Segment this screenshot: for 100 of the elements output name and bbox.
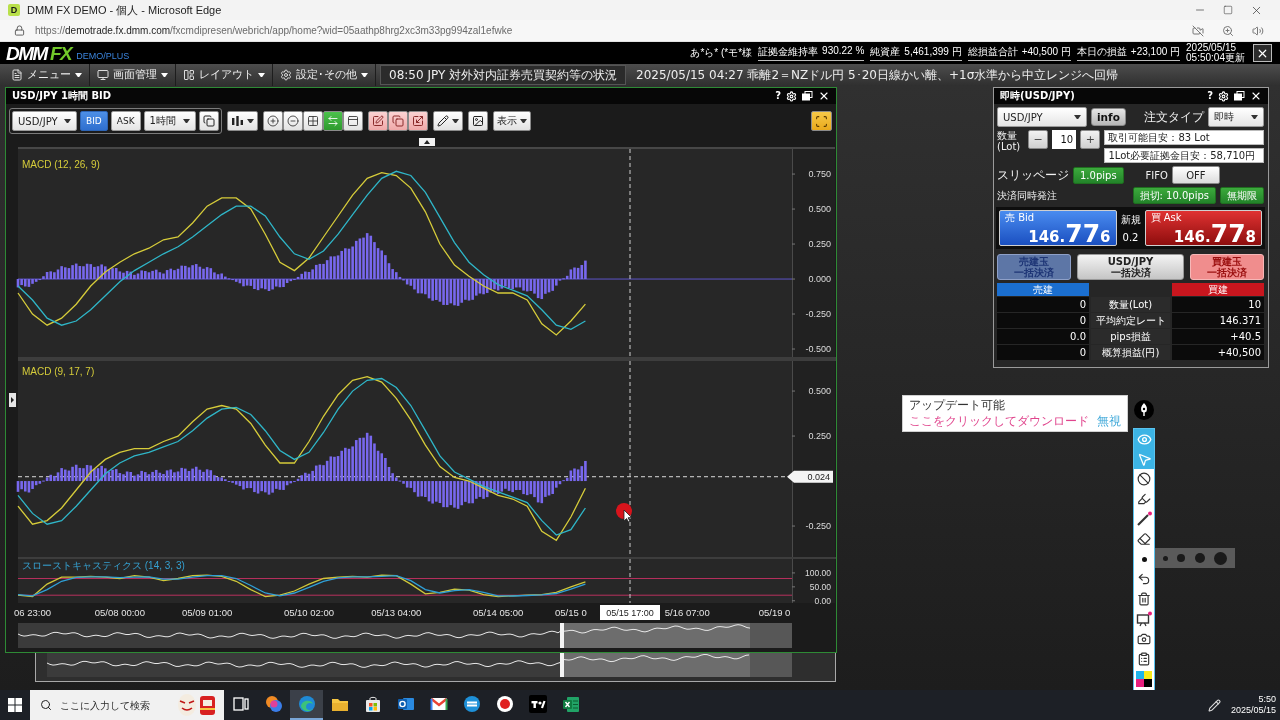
view-button[interactable] [302, 111, 323, 131]
stat-value: 5,461,399 円 [904, 45, 962, 59]
row-label: pips損益 [1091, 329, 1170, 344]
brush-size-icon[interactable] [1214, 551, 1228, 565]
indicator-title: MACD (12, 26, 9) [22, 159, 100, 170]
settlement-label: 決済同時発注 [997, 188, 1057, 203]
pen-nib-icon[interactable] [1134, 400, 1154, 420]
download-link[interactable]: ここをクリックしてダウンロード [909, 413, 1089, 430]
view-button[interactable] [342, 111, 363, 131]
range-navigator[interactable] [18, 623, 792, 648]
bulk-settle-button[interactable]: 買建玉 一括決済 [1189, 254, 1264, 280]
order-type-select[interactable]: 即時 [1208, 107, 1264, 127]
drawing-tool-button[interactable] [407, 111, 428, 131]
range-navigator[interactable] [47, 652, 792, 677]
bulk-settle-button[interactable]: USD/JPY 一括決済 [1077, 254, 1184, 280]
pointer-icon [1136, 451, 1152, 467]
table-cell: 10 [1172, 297, 1264, 312]
stat-value: 930.22 % [822, 45, 865, 58]
info-button[interactable]: info [1091, 108, 1126, 126]
sell-bid-button[interactable]: 売 Bid 146.776 [999, 210, 1117, 246]
user-name: あ*ら* (*モ*様 [690, 46, 753, 60]
slippage-button[interactable]: 1.0pips [1073, 166, 1124, 184]
clock-date[interactable]: 2025/05/15 [1230, 705, 1276, 716]
column-header: 売建 [997, 283, 1089, 296]
close-button[interactable] [818, 90, 830, 102]
color-palette-icon [1136, 671, 1152, 687]
camera-icon [1137, 632, 1151, 646]
restore-button[interactable] [802, 91, 813, 101]
update-time: 2025/05/15 05:50:04更新 [1186, 43, 1245, 63]
stat-value: +40,500 円 [1021, 45, 1071, 59]
search-input[interactable]: ここに入力して検索 [58, 698, 170, 712]
table-cell: 0 [997, 297, 1089, 312]
help-button[interactable]: ? [1207, 91, 1213, 101]
display-dropdown-button[interactable]: 表示 [492, 111, 531, 131]
axis-tick-label: 05/08 00:00 [94, 606, 145, 618]
monitor-icon [97, 69, 109, 81]
clock-time[interactable]: 5:50 [1258, 694, 1276, 705]
symbol-select[interactable]: USD/JPY [997, 107, 1087, 127]
settlement-button[interactable]: 損切: 10.0pips [1132, 187, 1216, 204]
settings-button[interactable] [786, 90, 797, 102]
price-side-tab[interactable]: ASK [110, 111, 141, 131]
side-panel-handle[interactable] [8, 393, 16, 407]
row-label: 数量(Lot) [1091, 297, 1170, 312]
decrement-button[interactable]: − [1027, 130, 1049, 149]
drawing-tool-button[interactable] [1134, 669, 1154, 689]
axis-tick-label: 0.500 [808, 386, 831, 397]
fifo-toggle[interactable]: OFF [1171, 166, 1220, 184]
url-text[interactable]: https://demotrade.fx.dmm.com/fxcmdipresen/webrich/app/home?wid=05aathp8hrg2xc3m33pg994zal1efwke [35, 25, 513, 36]
brush-size-icon[interactable] [1162, 555, 1168, 561]
axis-tick-label: 05/10 02:00 [283, 606, 335, 618]
settlement-button[interactable]: 無期限 [1220, 187, 1264, 204]
buy-ask-button[interactable]: 買 Ask 146.778 [1144, 210, 1262, 246]
screenshot-button[interactable] [467, 111, 488, 131]
axis-tick-label: 06 23:00 [14, 606, 52, 618]
drawing-tool-button[interactable] [1134, 609, 1154, 629]
gear-icon [280, 69, 292, 81]
drawing-tool-button[interactable] [367, 111, 388, 131]
drawing-tool-button[interactable] [1134, 469, 1154, 489]
pen-dropdown-button[interactable] [432, 111, 463, 131]
frame-button[interactable] [811, 111, 832, 131]
chart-window-title: USD/JPY 1時間 BID [12, 89, 112, 103]
search-field[interactable]: ここに入力して検索 [30, 690, 224, 720]
caret-icon [258, 72, 265, 78]
pen-icon[interactable] [1207, 698, 1221, 712]
duplicate-button[interactable] [198, 111, 219, 131]
axis-tick-label: -0.500 [805, 344, 831, 355]
brush-size-icon[interactable] [1194, 553, 1205, 563]
news-ticker-item[interactable]: 2025/05/15 04:27 乖離2＝NZドル円 5･20日線かい離、+1σ水準から中立レンジへ回帰 [628, 64, 1127, 86]
increment-button[interactable]: + [1080, 130, 1101, 149]
close-button[interactable] [1253, 44, 1272, 62]
stat-label: 純資産 [870, 45, 901, 59]
eye-icon [1136, 431, 1152, 447]
notification-title: アップデート可能 [909, 398, 1006, 413]
quantity-input[interactable]: 10 [1052, 130, 1077, 149]
axis-tick-label: 50.00 [809, 581, 831, 592]
document-icon [11, 69, 23, 81]
lock-icon [14, 25, 25, 36]
view-button[interactable] [262, 111, 283, 131]
price-side-tab[interactable]: BID [80, 111, 108, 131]
symbol-select[interactable]: USD/JPY [12, 111, 77, 131]
stat-label: 総損益合計 [967, 45, 1018, 59]
ban-icon [1137, 472, 1151, 486]
restore-button[interactable] [1234, 91, 1245, 101]
settings-icon [786, 90, 797, 102]
timeframe-select[interactable]: 1時間 [143, 111, 196, 131]
order-panel-title: 即時(USD/JPY) [1000, 89, 1075, 103]
grid-logo-icon [8, 698, 22, 712]
caret-icon [246, 118, 254, 124]
help-button[interactable]: ? [775, 91, 781, 101]
caret-icon [519, 118, 527, 124]
axis-tick-label: -0.250 [805, 309, 831, 320]
collapse-handle[interactable] [418, 138, 435, 146]
layout-icon [183, 69, 195, 81]
chart-type-button[interactable] [226, 111, 258, 131]
close-button[interactable] [1250, 90, 1262, 102]
news-ticker-item[interactable]: 08:50 JPY 対外対内証券売買契約等の状況 [380, 65, 627, 85]
settings-icon [1218, 90, 1229, 102]
close-icon [1250, 90, 1262, 102]
settings-button[interactable] [1218, 90, 1229, 102]
caret-icon [361, 72, 368, 78]
